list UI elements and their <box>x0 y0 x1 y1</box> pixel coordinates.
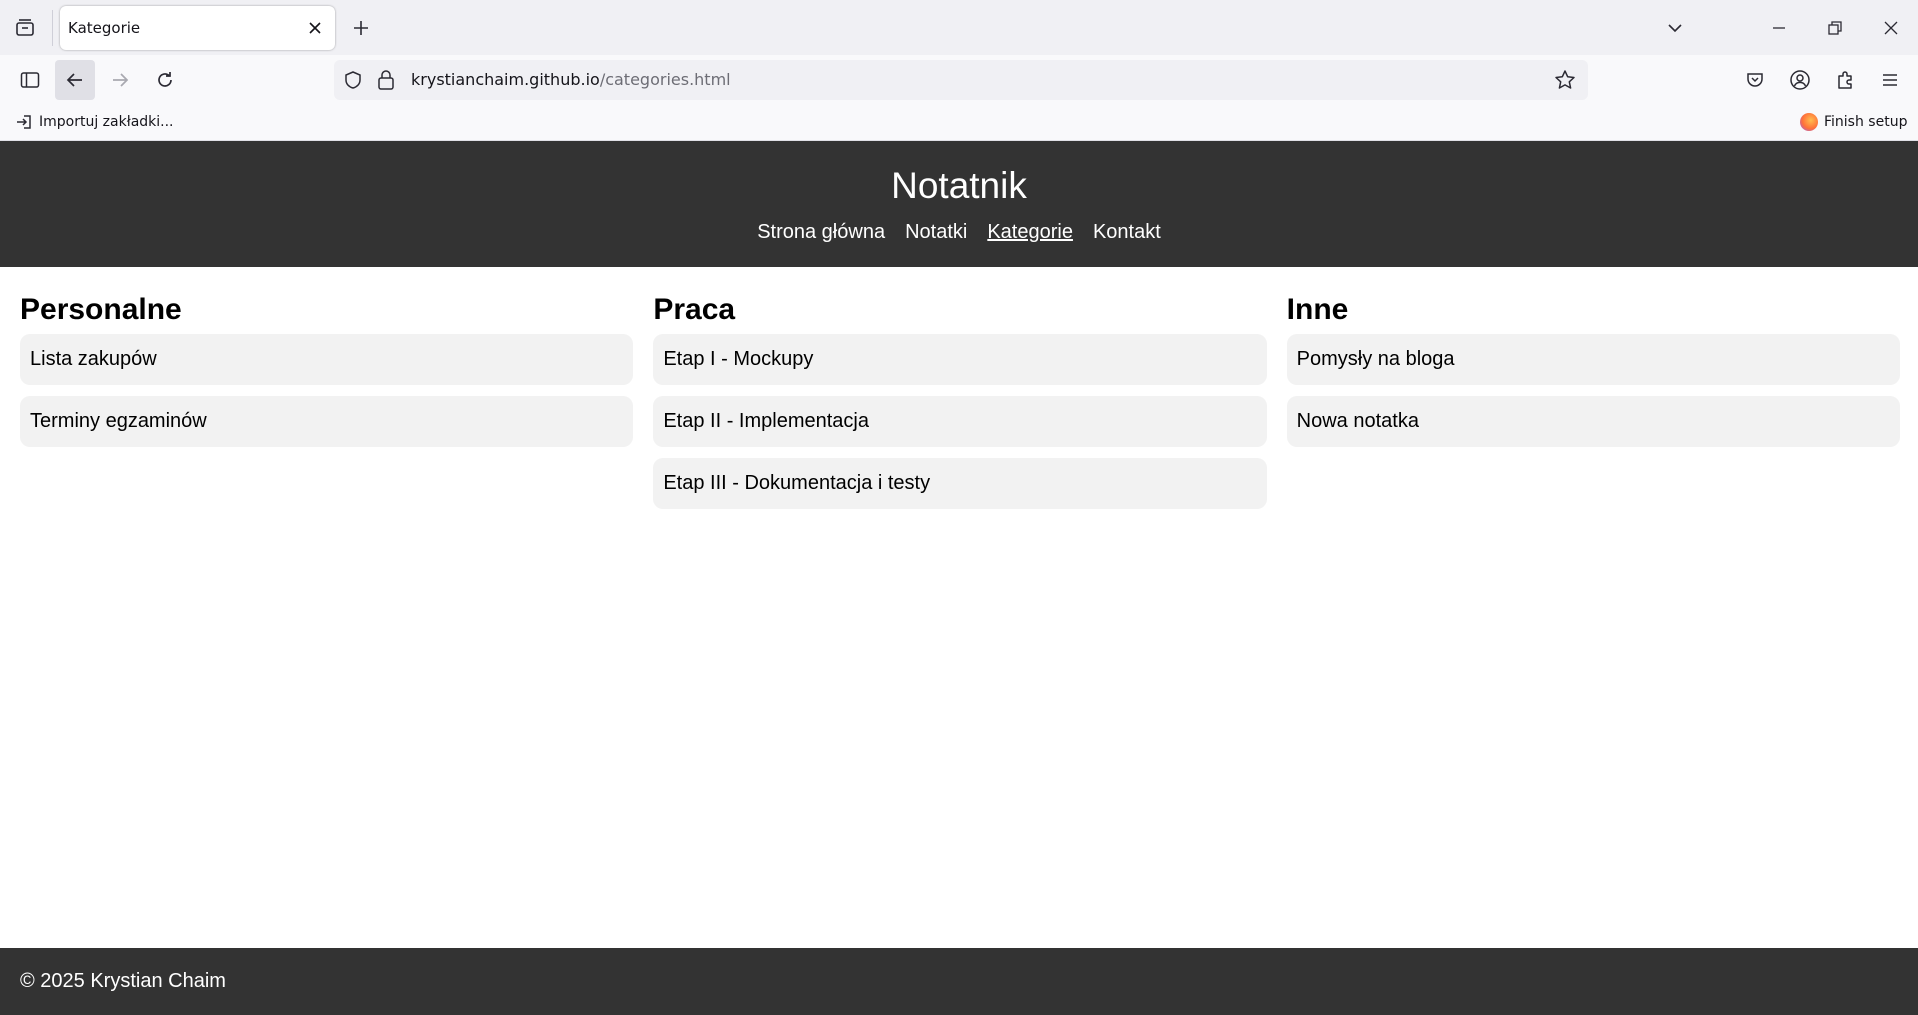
url-path: /categories.html <box>599 70 731 89</box>
category-column-praca: Praca Etap I - Mockupy Etap II - Impleme… <box>653 267 1267 520</box>
category-column-personalne: Personalne Lista zakupów Terminy egzamin… <box>20 267 634 520</box>
browser-toolbar: krystianchaim.github.io/categories.html <box>0 55 1918 105</box>
category-title: Inne <box>1286 293 1349 326</box>
url-text[interactable]: krystianchaim.github.io/categories.html <box>411 70 731 89</box>
bookmark-star-icon[interactable] <box>1554 69 1576 96</box>
tab-separator <box>52 10 53 46</box>
nav-link-home[interactable]: Strona główna <box>757 221 885 244</box>
url-host: krystianchaim.github.io <box>411 70 600 89</box>
nav-link-contact[interactable]: Kontakt <box>1093 221 1161 244</box>
url-bar[interactable]: krystianchaim.github.io/categories.html <box>334 60 1588 100</box>
categories-grid: Personalne Lista zakupów Terminy egzamin… <box>20 267 1900 520</box>
note-item[interactable]: Etap II - Implementacja <box>653 396 1267 447</box>
tab-overview-icon[interactable] <box>10 13 40 43</box>
import-bookmarks-button[interactable]: Importuj zakładki... <box>15 113 174 131</box>
forward-icon[interactable] <box>100 60 140 100</box>
finish-setup-label: Finish setup <box>1824 114 1908 130</box>
category-title: Personalne <box>20 293 182 326</box>
close-window-icon[interactable] <box>1876 13 1906 43</box>
back-icon[interactable] <box>55 60 95 100</box>
browser-tab-bar: Kategorie <box>0 0 1918 55</box>
import-icon <box>17 115 31 129</box>
account-icon[interactable] <box>1785 65 1815 95</box>
tracking-protection-icon[interactable] <box>343 70 363 95</box>
site-nav: Strona główna Notatki Kategorie Kontakt <box>0 221 1918 244</box>
reload-icon[interactable] <box>145 60 185 100</box>
lock-icon[interactable] <box>376 69 396 96</box>
firefox-logo-icon <box>1800 113 1818 131</box>
note-item[interactable]: Nowa notatka <box>1286 396 1900 447</box>
footer-copyright: © 2025 Krystian Chaim <box>20 970 226 992</box>
extensions-icon[interactable] <box>1830 65 1860 95</box>
import-bookmarks-label: Importuj zakładki... <box>39 114 174 130</box>
app-menu-icon[interactable] <box>1875 65 1905 95</box>
restore-window-icon[interactable] <box>1820 13 1850 43</box>
pocket-icon[interactable] <box>1740 65 1770 95</box>
note-item[interactable]: Pomysły na bloga <box>1286 334 1900 385</box>
sidebar-toggle-icon[interactable] <box>14 65 46 95</box>
tab-title: Kategorie <box>68 19 141 37</box>
finish-setup-button[interactable]: Finish setup <box>1800 113 1907 131</box>
category-column-inne: Inne Pomysły na bloga Nowa notatka <box>1286 267 1900 520</box>
list-all-tabs-icon[interactable] <box>1660 13 1690 43</box>
site-title: Notatnik <box>891 165 1027 206</box>
note-item[interactable]: Etap III - Dokumentacja i testy <box>653 458 1267 509</box>
site-footer: © 2025 Krystian Chaim <box>0 948 1918 1015</box>
nav-link-categories[interactable]: Kategorie <box>987 221 1073 244</box>
note-item[interactable]: Lista zakupów <box>20 334 634 385</box>
site-header: Notatnik Strona główna Notatki Kategorie… <box>0 141 1918 267</box>
note-item[interactable]: Etap I - Mockupy <box>653 334 1267 385</box>
close-tab-icon[interactable] <box>301 14 329 42</box>
category-title: Praca <box>653 293 736 326</box>
new-tab-icon[interactable] <box>346 13 376 43</box>
minimize-window-icon[interactable] <box>1764 13 1794 43</box>
nav-link-notes[interactable]: Notatki <box>905 221 967 244</box>
note-item[interactable]: Terminy egzaminów <box>20 396 634 447</box>
tab-kategorie[interactable]: Kategorie <box>60 6 335 50</box>
bookmarks-toolbar: Importuj zakładki... Finish setup <box>0 105 1918 141</box>
